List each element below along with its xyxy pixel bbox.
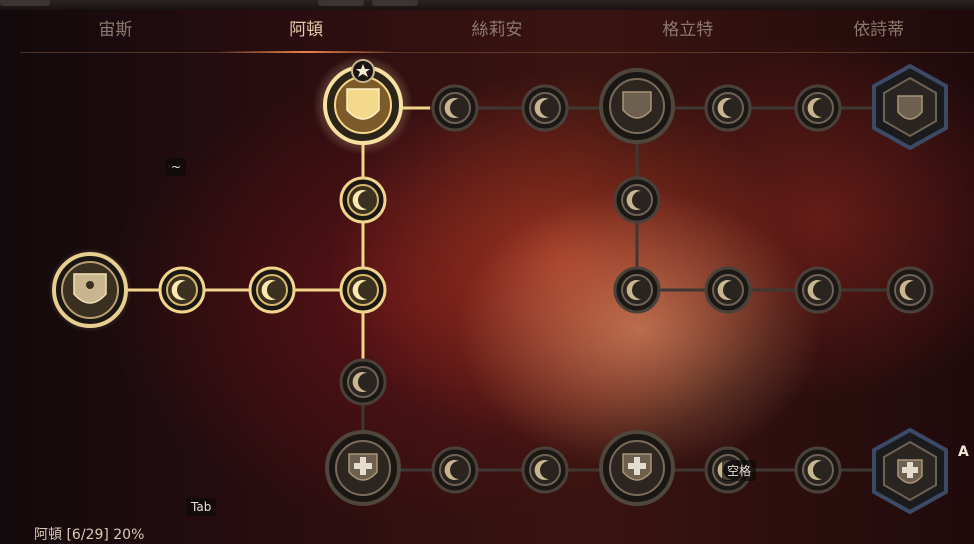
skill-node-ultimate[interactable] [872,427,948,515]
aton-start-node[interactable] [48,248,132,332]
skill-node[interactable] [794,446,842,494]
tab-key-hint: Tab [186,498,217,516]
skill-node-major[interactable] [599,68,675,144]
skill-node[interactable] [794,266,842,314]
skill-node[interactable] [431,84,479,132]
skill-node-active[interactable] [248,266,296,314]
skill-node[interactable] [613,266,661,314]
skill-node[interactable] [704,84,752,132]
skill-node[interactable] [339,358,387,406]
winged-shield-icon [897,95,923,120]
space-key-hint: 空格 [722,460,757,481]
winged-shield-icon [622,91,652,119]
tilde-key-hint: ~ [166,158,187,176]
skill-node[interactable] [704,266,752,314]
progress-status: 阿頓 [6/29] 20% [34,527,145,543]
skill-node[interactable] [431,446,479,494]
skill-tree [48,55,948,515]
skill-node-ultimate[interactable] [872,63,948,151]
skill-node-active[interactable] [339,266,387,314]
winged-shield-icon [346,88,380,120]
aton-keystone-node[interactable] [313,55,413,155]
a-key-hint: A [958,444,969,460]
skill-node[interactable] [794,84,842,132]
skill-node[interactable] [521,446,569,494]
skill-node[interactable] [613,176,661,224]
skill-node-major[interactable] [325,430,401,506]
skill-node[interactable] [521,84,569,132]
skill-node-active[interactable] [158,266,206,314]
skill-node-major[interactable] [599,430,675,506]
skill-node[interactable] [886,266,934,314]
skill-node-active[interactable] [339,176,387,224]
